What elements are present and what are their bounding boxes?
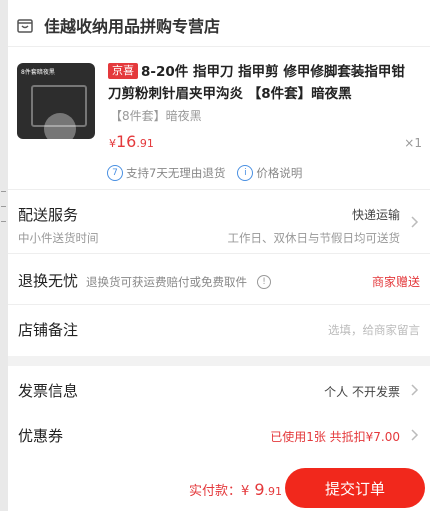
invoice-value: 个人 不开发票 <box>324 385 400 399</box>
price-integer: 16 <box>116 132 137 151</box>
help-icon[interactable]: ! <box>257 275 271 289</box>
edge-tick <box>1 191 6 192</box>
product-thumbnail[interactable]: 8件套暗夜黑 <box>17 63 95 139</box>
chevron-right-icon <box>411 216 419 228</box>
coupon-value: 已使用1张 共抵扣¥7.00 <box>270 430 400 444</box>
product-title-text: 8-20件 指甲刀 指甲剪 修甲修脚套装指甲钳刀剪粉刺针眉夹甲沟炎 【8件套】暗… <box>108 64 405 102</box>
store-header[interactable]: 佳越收纳用品拼购专营店 <box>16 12 220 38</box>
invoice-coupon-card: 发票信息 个人 不开发票 优惠券 已使用1张 共抵扣¥7.00 <box>8 366 430 461</box>
remark-row[interactable]: 店铺备注 选填，给商家留言 <box>8 305 430 355</box>
product-spec: 【8件套】暗夜黑 <box>110 109 202 123</box>
coupon-label: 优惠券 <box>18 427 64 445</box>
delivery-label: 配送服务 <box>18 206 79 224</box>
return-value: 商家赠送 <box>371 275 420 289</box>
service-tags: 7 支持7天无理由退货 i 价格说明 <box>107 165 302 181</box>
pay-decimal: .91 <box>264 485 283 498</box>
price-currency: ¥ <box>109 137 116 150</box>
seven-day-return-icon: 7 <box>107 165 123 181</box>
return-label: 退换无忧 <box>18 272 79 290</box>
invoice-label: 发票信息 <box>18 382 79 400</box>
total-payment: 实付款：¥ 9.91 <box>189 480 282 499</box>
product-quantity: ×1 <box>404 136 422 150</box>
return-row[interactable]: 退换无忧 退换货可获运费赔付或免费取件 ! 商家赠送 <box>8 254 430 304</box>
service-return-text: 支持7天无理由退货 <box>126 166 226 180</box>
info-icon[interactable]: i <box>237 165 254 181</box>
price-explanation-link[interactable]: 价格说明 <box>256 165 302 181</box>
order-card: 佳越收纳用品拼购专营店 8件套暗夜黑 京喜 8-20件 指甲刀 指甲剪 修甲修脚… <box>8 0 430 356</box>
order-page: 佳越收纳用品拼购专营店 8件套暗夜黑 京喜 8-20件 指甲刀 指甲剪 修甲修脚… <box>8 0 430 511</box>
bottom-bar: 实付款：¥ 9.91 提交订单 <box>8 461 430 511</box>
submit-order-button[interactable]: 提交订单 <box>285 468 425 508</box>
delivery-row[interactable]: 配送服务 快递运输 中小件送货时间 工作日、双休日与节假日均可送货 <box>8 189 430 249</box>
product-price: ¥16.91 <box>109 132 154 151</box>
thumb-tag: 8件套暗夜黑 <box>21 69 55 76</box>
chevron-right-icon <box>411 384 419 396</box>
edge-tick <box>1 221 6 222</box>
delivery-value: 快递运输 <box>351 208 400 222</box>
remark-input[interactable]: 选填，给商家留言 <box>328 322 420 338</box>
pay-integer: 9 <box>249 480 265 499</box>
store-icon <box>17 19 33 33</box>
thumb-overlay-icon <box>44 113 76 139</box>
store-name: 佳越收纳用品拼购专营店 <box>44 17 221 36</box>
divider <box>8 46 430 47</box>
remark-label: 店铺备注 <box>18 321 79 339</box>
invoice-row[interactable]: 发票信息 个人 不开发票 <box>8 366 430 413</box>
delivery-sub: 中小件送货时间 <box>18 231 99 245</box>
pay-label: 实付款： <box>188 484 241 499</box>
delivery-sub-value: 工作日、双休日与节假日均可送货 <box>227 231 401 245</box>
price-decimal: .91 <box>136 137 154 150</box>
coupon-row[interactable]: 优惠券 已使用1张 共抵扣¥7.00 <box>8 413 430 461</box>
chevron-right-icon <box>411 429 419 441</box>
pay-currency: ¥ <box>240 484 250 499</box>
edge-tick <box>1 206 6 207</box>
return-hint: 退换货可获运费赔付或免费取件 <box>86 275 247 289</box>
product-title[interactable]: 8-20件 指甲刀 指甲剪 修甲修脚套装指甲钳刀剪粉刺针眉夹甲沟炎 【8件套】暗… <box>108 61 418 105</box>
